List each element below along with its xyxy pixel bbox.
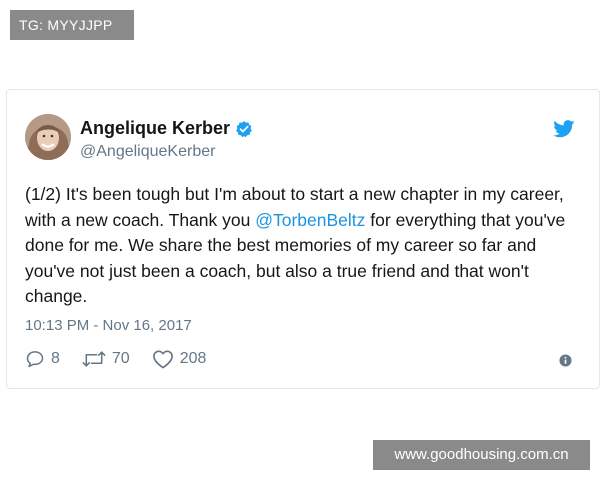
retweet-button[interactable]: 70 <box>82 349 130 369</box>
tweet-text: (1/2) It's been tough but I'm about to s… <box>25 182 585 310</box>
retweet-count: 70 <box>111 350 130 367</box>
mention-link[interactable]: @TorbenBeltz <box>255 210 365 230</box>
heart-icon <box>152 350 173 369</box>
author-name-text: Angelique Kerber <box>80 118 231 138</box>
watermark-top: TG: MYYJJPP <box>10 10 134 40</box>
watermark-bottom: www.goodhousing.com.cn <box>373 440 590 470</box>
tweet-actions: 8 70 208 <box>25 349 228 369</box>
tweet-timestamp[interactable]: 10:13 PM - Nov 16, 2017 <box>25 317 192 334</box>
avatar[interactable] <box>25 114 71 160</box>
avatar-image <box>25 114 71 160</box>
reply-count: 8 <box>51 350 60 367</box>
like-button[interactable]: 208 <box>152 349 207 369</box>
twitter-bird-icon[interactable] <box>553 120 575 138</box>
reply-icon <box>26 351 44 368</box>
reply-button[interactable]: 8 <box>25 349 60 369</box>
like-count: 208 <box>179 350 207 367</box>
info-icon[interactable] <box>559 354 572 367</box>
author-name[interactable]: Angelique Kerber <box>80 118 253 139</box>
verified-badge-icon <box>236 120 252 137</box>
retweet-icon <box>82 351 106 367</box>
author-handle[interactable]: @AngeliqueKerber <box>80 143 215 161</box>
tweet-card: Angelique Kerber @AngeliqueKerber (1/2) … <box>6 89 600 389</box>
